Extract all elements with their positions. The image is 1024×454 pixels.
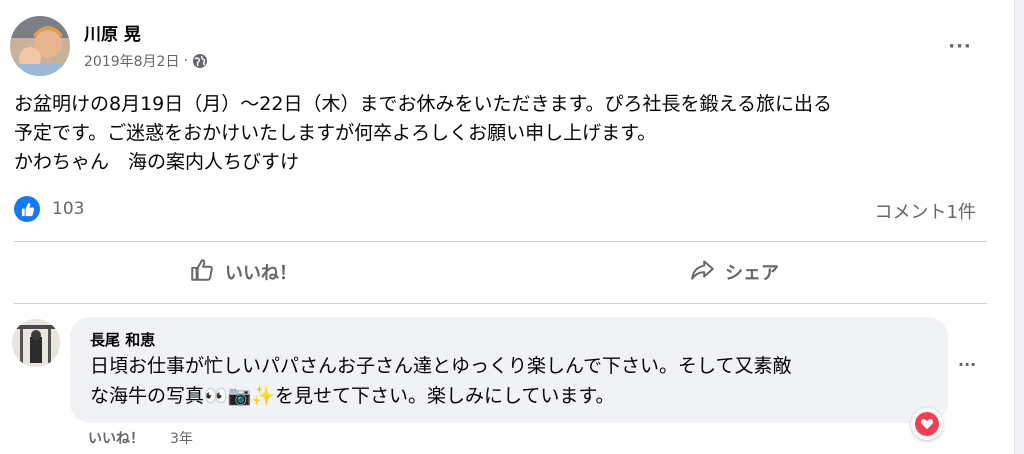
comment-text-line: 日頃お仕事が忙しいパパさんお子さん達とゆっくり楽しんで下さい。そして又素敵 (90, 355, 792, 377)
divider (14, 241, 987, 242)
comment-time[interactable]: 3年 (170, 428, 193, 448)
comment-count-link[interactable]: コメント1件 (875, 198, 976, 224)
globe-icon (192, 53, 208, 69)
like-reaction-icon (14, 196, 40, 222)
heart-icon (915, 412, 939, 436)
comment-text: 日頃お仕事が忙しいパパさんお子さん達とゆっくり楽しんで下さい。そして又素敵 な海… (90, 351, 940, 411)
more-icon: ··· (958, 355, 977, 374)
post-card: 川原 晃 2019年8月2日 · ··· お盆明けの8月19日（月）〜22日（木… (0, 0, 1015, 454)
commenter-name[interactable]: 長尾 和恵 (90, 329, 155, 350)
post-more-button[interactable]: ··· (942, 28, 978, 64)
post-text: お盆明けの8月19日（月）〜22日（木）までお休みをいただきます。ぴろ社長を鍛え… (14, 90, 989, 177)
comment-bubble: 長尾 和恵 日頃お仕事が忙しいパパさんお子さん達とゆっくり楽しんで下さい。そして… (70, 317, 948, 423)
reaction-count: 103 (52, 199, 85, 219)
post-text-line: お盆明けの8月19日（月）〜22日（木）までお休みをいただきます。ぴろ社長を鍛え… (14, 93, 832, 115)
like-button-label: いいね！ (225, 263, 297, 284)
divider (14, 303, 987, 304)
share-button-label: シェア (725, 263, 779, 284)
post-text-line: 予定です。ご迷惑をおかけいたしますが何卒よろしくお願い申し上げます。 (14, 122, 657, 144)
more-icon: ··· (948, 35, 972, 57)
thumbs-up-icon (189, 257, 215, 288)
comment-text-line: な海牛の写真👀📷✨を見せて下さい。楽しみにしています。 (90, 385, 615, 407)
commenter-avatar[interactable] (12, 319, 60, 367)
reaction-summary[interactable]: 103 (14, 196, 84, 222)
share-arrow-icon (689, 257, 715, 288)
post-date[interactable]: 2019年8月2日 (84, 51, 179, 71)
meta-separator: · (183, 53, 188, 69)
comment-like-link[interactable]: いいね！ (88, 428, 144, 448)
post-author-name[interactable]: 川原 晃 (84, 20, 141, 45)
author-avatar[interactable] (10, 16, 70, 76)
share-button[interactable]: シェア (689, 248, 779, 296)
post-text-line: かわちゃん 海の案内人ちびすけ (14, 151, 300, 173)
post-meta: 2019年8月2日 · (84, 51, 208, 71)
comment-reaction-badge[interactable] (911, 408, 943, 440)
comment-actions: いいね！ 3年 (88, 428, 193, 448)
comment-more-button[interactable]: ··· (958, 355, 976, 374)
like-button[interactable]: いいね！ (189, 248, 297, 296)
